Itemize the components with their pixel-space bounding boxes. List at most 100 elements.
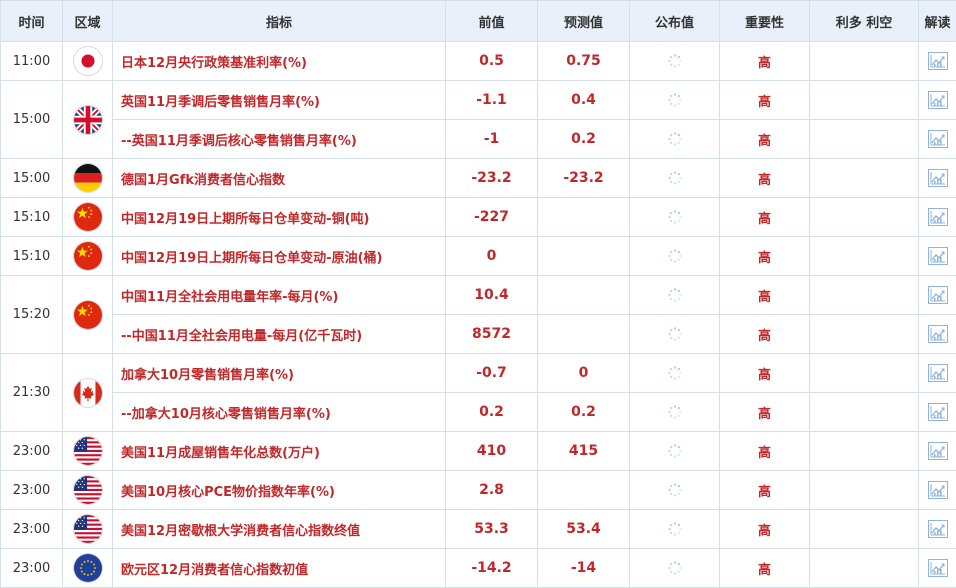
interpret-cell[interactable] <box>919 432 956 471</box>
previous-value: 0.2 <box>446 393 538 432</box>
indicator-name[interactable]: 欧元区12月消费者信心指数初值 <box>113 549 446 588</box>
header-indicator: 指标 <box>113 1 446 42</box>
chart-analysis-icon[interactable] <box>928 286 948 304</box>
loading-spinner-icon <box>667 365 683 381</box>
chart-analysis-icon[interactable] <box>928 91 948 109</box>
importance-value: 高 <box>720 393 810 432</box>
table-row: 21:30加拿大10月零售销售月率(%)-0.70高 <box>1 354 956 393</box>
previous-value: 10.4 <box>446 276 538 315</box>
interpret-cell[interactable] <box>919 471 956 510</box>
bull-bear-cell <box>810 276 919 315</box>
event-time: 23:00 <box>1 549 63 588</box>
indicator-name[interactable]: 加拿大10月零售销售月率(%) <box>113 354 446 393</box>
bull-bear-cell <box>810 237 919 276</box>
importance-value: 高 <box>720 315 810 354</box>
interpret-cell[interactable] <box>919 393 956 432</box>
interpret-cell[interactable] <box>919 237 956 276</box>
chart-analysis-icon[interactable] <box>928 130 948 148</box>
actual-value-cell <box>630 81 720 120</box>
chart-analysis-icon[interactable] <box>928 247 948 265</box>
actual-value-cell <box>630 42 720 81</box>
header-previous: 前值 <box>446 1 538 42</box>
indicator-name[interactable]: 美国12月密歇根大学消费者信心指数终值 <box>113 510 446 549</box>
loading-spinner-icon <box>667 131 683 147</box>
table-row: 23:00美国11月成屋销售年化总数(万户)410415高 <box>1 432 956 471</box>
china-flag-icon <box>73 202 103 232</box>
table-row: 15:00英国11月季调后零售销售月率(%)-1.10.4高 <box>1 81 956 120</box>
indicator-name[interactable]: 美国11月成屋销售年化总数(万户) <box>113 432 446 471</box>
indicator-name[interactable]: --英国11月季调后核心零售销售月率(%) <box>113 120 446 159</box>
bull-bear-cell <box>810 354 919 393</box>
indicator-name[interactable]: 中国12月19日上期所每日仓单变动-铜(吨) <box>113 198 446 237</box>
china-flag-icon <box>73 300 103 330</box>
forecast-value: 0.75 <box>538 42 630 81</box>
previous-value: -227 <box>446 198 538 237</box>
indicator-name[interactable]: --中国11月全社会用电量-每月(亿千瓦时) <box>113 315 446 354</box>
previous-value: -1 <box>446 120 538 159</box>
indicator-name[interactable]: 中国12月19日上期所每日仓单变动-原油(桶) <box>113 237 446 276</box>
importance-value: 高 <box>720 120 810 159</box>
interpret-cell[interactable] <box>919 276 956 315</box>
actual-value-cell <box>630 510 720 549</box>
chart-analysis-icon[interactable] <box>928 325 948 343</box>
interpret-cell[interactable] <box>919 42 956 81</box>
bull-bear-cell <box>810 471 919 510</box>
actual-value-cell <box>630 198 720 237</box>
forecast-value <box>538 276 630 315</box>
forecast-value: 0 <box>538 354 630 393</box>
interpret-cell[interactable] <box>919 81 956 120</box>
chart-analysis-icon[interactable] <box>928 442 948 460</box>
previous-value: -23.2 <box>446 159 538 198</box>
importance-value: 高 <box>720 198 810 237</box>
indicator-name[interactable]: 中国11月全社会用电量年率-每月(%) <box>113 276 446 315</box>
bull-bear-cell <box>810 159 919 198</box>
chart-analysis-icon[interactable] <box>928 208 948 226</box>
actual-value-cell <box>630 276 720 315</box>
header-actual: 公布值 <box>630 1 720 42</box>
chart-analysis-icon[interactable] <box>928 559 948 577</box>
loading-spinner-icon <box>667 92 683 108</box>
table-row: 11:00日本12月央行政策基准利率(%)0.50.75高 <box>1 42 956 81</box>
interpret-cell[interactable] <box>919 354 956 393</box>
table-row: 23:00欧元区12月消费者信心指数初值-14.2-14高 <box>1 549 956 588</box>
importance-value: 高 <box>720 42 810 81</box>
importance-value: 高 <box>720 237 810 276</box>
header-time: 时间 <box>1 1 63 42</box>
bull-bear-cell <box>810 432 919 471</box>
chart-analysis-icon[interactable] <box>928 481 948 499</box>
interpret-cell[interactable] <box>919 315 956 354</box>
importance-value: 高 <box>720 159 810 198</box>
previous-value: 0 <box>446 237 538 276</box>
interpret-cell[interactable] <box>919 120 956 159</box>
bull-bear-cell <box>810 315 919 354</box>
canada-flag-icon <box>73 378 103 408</box>
indicator-name[interactable]: --加拿大10月核心零售销售月率(%) <box>113 393 446 432</box>
actual-value-cell <box>630 432 720 471</box>
indicator-name[interactable]: 美国10月核心PCE物价指数年率(%) <box>113 471 446 510</box>
header-interpret: 解读 <box>919 1 956 42</box>
japan-flag-icon <box>73 46 103 76</box>
forecast-value: 415 <box>538 432 630 471</box>
interpret-cell[interactable] <box>919 510 956 549</box>
event-time: 11:00 <box>1 42 63 81</box>
region-cell <box>63 510 113 549</box>
chart-analysis-icon[interactable] <box>928 364 948 382</box>
loading-spinner-icon <box>667 53 683 69</box>
chart-analysis-icon[interactable] <box>928 52 948 70</box>
chart-analysis-icon[interactable] <box>928 403 948 421</box>
chart-analysis-icon[interactable] <box>928 169 948 187</box>
interpret-cell[interactable] <box>919 549 956 588</box>
indicator-name[interactable]: 日本12月央行政策基准利率(%) <box>113 42 446 81</box>
event-time: 15:20 <box>1 276 63 354</box>
indicator-name[interactable]: 德国1月Gfk消费者信心指数 <box>113 159 446 198</box>
actual-value-cell <box>630 159 720 198</box>
interpret-cell[interactable] <box>919 198 956 237</box>
importance-value: 高 <box>720 510 810 549</box>
chart-analysis-icon[interactable] <box>928 520 948 538</box>
actual-value-cell <box>630 120 720 159</box>
forecast-value: -23.2 <box>538 159 630 198</box>
indicator-name[interactable]: 英国11月季调后零售销售月率(%) <box>113 81 446 120</box>
forecast-value <box>538 237 630 276</box>
region-cell <box>63 354 113 432</box>
interpret-cell[interactable] <box>919 159 956 198</box>
